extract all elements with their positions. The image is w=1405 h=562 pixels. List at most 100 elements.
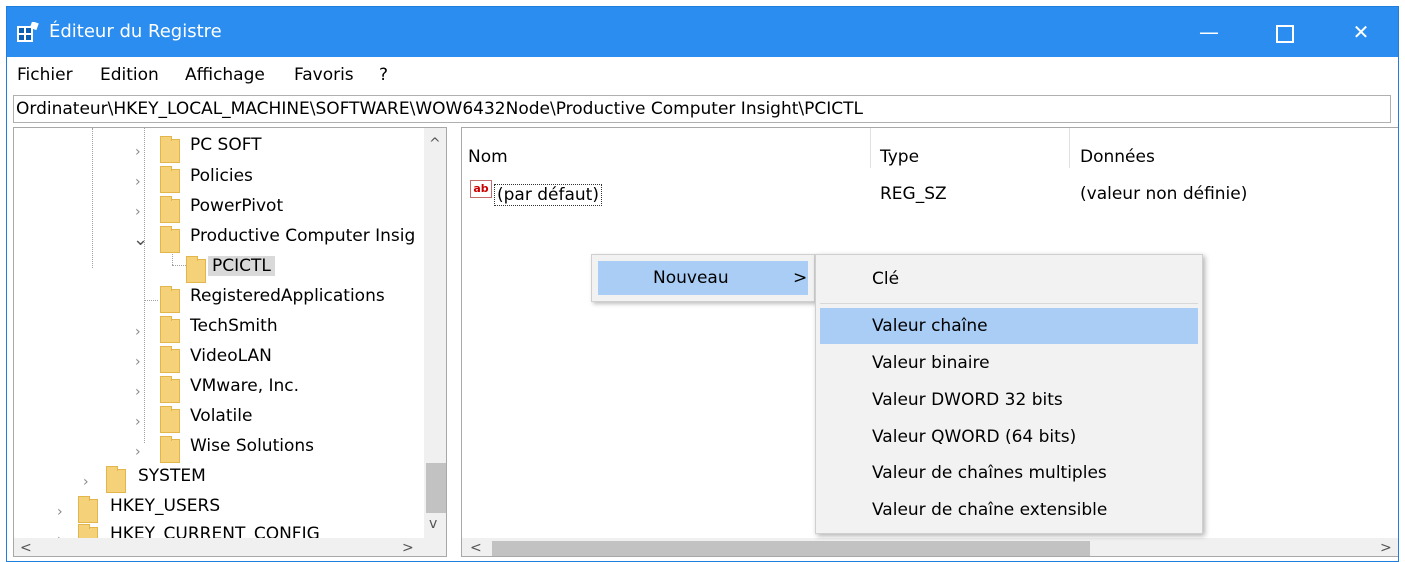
- tree-item-videolan[interactable]: › VideoLAN: [14, 346, 419, 376]
- menu-help[interactable]: ?: [379, 65, 388, 85]
- context-menu: Nouveau >: [591, 254, 815, 302]
- tree-item-label: HKEY_CURRENT_CONFIG: [110, 524, 320, 538]
- folder-icon: [160, 286, 180, 313]
- key-tree-pane[interactable]: › PC SOFT › Policies › PowerPivot ⌄ Prod…: [13, 127, 447, 557]
- column-header-type[interactable]: Type: [880, 147, 919, 167]
- menu-separator: [820, 303, 1198, 304]
- value-type: REG_SZ: [880, 184, 947, 204]
- tree-item-label: RegisteredApplications: [190, 286, 385, 306]
- registry-app-icon: [17, 22, 39, 42]
- tree-scroll-thumb[interactable]: [426, 463, 446, 513]
- submenu-item-label: Valeur de chaînes multiples: [872, 463, 1107, 483]
- column-header-name[interactable]: Nom: [468, 147, 508, 167]
- tree-item-label: Volatile: [190, 406, 253, 426]
- menu-favoris[interactable]: Favoris: [294, 65, 354, 85]
- submenu-item-cle[interactable]: Clé: [820, 261, 1198, 297]
- folder-icon: [186, 256, 206, 283]
- chevron-right-icon[interactable]: ›: [135, 384, 141, 400]
- folder-icon: [160, 166, 180, 193]
- submenu-item-valeur-qword[interactable]: Valeur QWORD (64 bits): [820, 419, 1198, 455]
- folder-icon: [160, 436, 180, 463]
- scroll-right-icon[interactable]: >: [402, 540, 414, 556]
- maximize-icon: [1276, 24, 1294, 43]
- folder-icon: [160, 196, 180, 223]
- folder-icon: [160, 316, 180, 343]
- tree-item-volatile[interactable]: › Volatile: [14, 406, 419, 436]
- submenu-item-valeur-binaire[interactable]: Valeur binaire: [820, 345, 1198, 381]
- chevron-right-icon[interactable]: ›: [135, 414, 141, 430]
- submenu-item-valeur-chaine[interactable]: Valeur chaîne: [820, 308, 1198, 344]
- chevron-right-icon[interactable]: ›: [135, 354, 141, 370]
- chevron-right-icon[interactable]: ›: [135, 174, 141, 190]
- new-submenu: Clé Valeur chaîne Valeur binaire Valeur …: [815, 254, 1203, 534]
- string-value-icon: ab: [470, 180, 492, 198]
- tree-item-label: VMware, Inc.: [190, 376, 300, 396]
- folder-icon: [78, 524, 98, 538]
- title-bar[interactable]: Éditeur du Registre — ✕: [7, 7, 1398, 57]
- menu-edition[interactable]: Edition: [100, 65, 159, 85]
- tree-item-system[interactable]: › SYSTEM: [14, 466, 419, 496]
- folder-icon: [78, 496, 98, 523]
- tree-item-pcictl[interactable]: PCICTL: [14, 256, 419, 286]
- tree-item-hkey-users[interactable]: › HKEY_USERS: [14, 496, 419, 526]
- tree-item-label: SYSTEM: [138, 466, 206, 486]
- tree-item-powerpivot[interactable]: › PowerPivot: [14, 196, 419, 226]
- folder-icon: [160, 226, 180, 253]
- submenu-arrow-icon: >: [793, 268, 808, 288]
- chevron-right-icon[interactable]: ›: [83, 474, 89, 490]
- tree-item-wise-solutions[interactable]: › Wise Solutions: [14, 436, 419, 466]
- menu-item-nouveau[interactable]: Nouveau >: [598, 261, 808, 295]
- folder-icon: [160, 376, 180, 403]
- tree-item-label: TechSmith: [190, 316, 278, 336]
- tree-item-productive-computer-insight[interactable]: ⌄ Productive Computer Insig: [14, 226, 419, 256]
- column-divider[interactable]: [1069, 128, 1070, 168]
- scroll-down-icon[interactable]: v: [429, 516, 437, 532]
- tree-item-techsmith[interactable]: › TechSmith: [14, 316, 419, 346]
- chevron-right-icon[interactable]: ›: [135, 324, 141, 340]
- minimize-button[interactable]: —: [1171, 7, 1247, 57]
- chevron-down-icon[interactable]: ⌄: [133, 229, 148, 250]
- submenu-item-label: Valeur QWORD (64 bits): [872, 427, 1077, 447]
- submenu-item-valeur-multi-string[interactable]: Valeur de chaînes multiples: [820, 455, 1198, 491]
- address-bar[interactable]: Ordinateur\HKEY_LOCAL_MACHINE\SOFTWARE\W…: [13, 95, 1391, 123]
- chevron-right-icon[interactable]: ›: [135, 204, 141, 220]
- tree-item-label: PowerPivot: [190, 196, 284, 216]
- tree-item-label: Wise Solutions: [190, 436, 314, 456]
- menu-fichier[interactable]: Fichier: [17, 65, 73, 85]
- folder-icon: [160, 346, 180, 373]
- folder-icon: [160, 406, 180, 433]
- tree-horizontal-scrollbar[interactable]: [14, 538, 446, 556]
- scroll-left-icon[interactable]: <: [20, 540, 32, 556]
- submenu-item-valeur-expandable-string[interactable]: Valeur de chaîne extensible: [820, 492, 1198, 528]
- tree-item-vmware[interactable]: › VMware, Inc.: [14, 376, 419, 406]
- submenu-item-label: Valeur de chaîne extensible: [872, 500, 1108, 520]
- close-button[interactable]: ✕: [1323, 7, 1398, 57]
- maximize-button[interactable]: [1247, 7, 1323, 57]
- chevron-right-icon[interactable]: ›: [57, 504, 63, 520]
- submenu-item-label: Valeur binaire: [872, 353, 990, 373]
- list-scroll-thumb[interactable]: [492, 541, 1090, 556]
- tree-item-pc-soft[interactable]: › PC SOFT: [14, 135, 419, 166]
- tree-item-label: PCICTL: [208, 256, 275, 276]
- submenu-item-valeur-dword[interactable]: Valeur DWORD 32 bits: [820, 382, 1198, 418]
- column-header-data[interactable]: Données: [1080, 147, 1155, 167]
- submenu-item-label: Valeur chaîne: [872, 316, 988, 336]
- folder-icon: [160, 136, 180, 163]
- tree-item-label: PC SOFT: [190, 135, 262, 155]
- scroll-up-icon[interactable]: ^: [429, 136, 441, 152]
- tree-item-hkey-current-config[interactable]: › HKEY_CURRENT_CONFIG: [14, 524, 419, 538]
- folder-icon: [106, 466, 126, 493]
- menu-affichage[interactable]: Affichage: [185, 65, 265, 85]
- value-data: (valeur non définie): [1080, 184, 1248, 204]
- tree-item-label: Productive Computer Insig: [190, 226, 416, 246]
- menu-item-label: Nouveau: [653, 268, 729, 288]
- tree-item-label: HKEY_USERS: [110, 496, 221, 516]
- scroll-right-icon[interactable]: >: [1380, 540, 1392, 556]
- tree-item-policies[interactable]: › Policies: [14, 166, 419, 196]
- column-divider[interactable]: [870, 128, 871, 168]
- window-title: Éditeur du Registre: [49, 21, 222, 42]
- scroll-left-icon[interactable]: <: [470, 540, 482, 556]
- chevron-right-icon[interactable]: ›: [135, 444, 141, 460]
- chevron-right-icon[interactable]: ›: [135, 144, 141, 160]
- tree-item-registeredapplications[interactable]: RegisteredApplications: [14, 286, 419, 316]
